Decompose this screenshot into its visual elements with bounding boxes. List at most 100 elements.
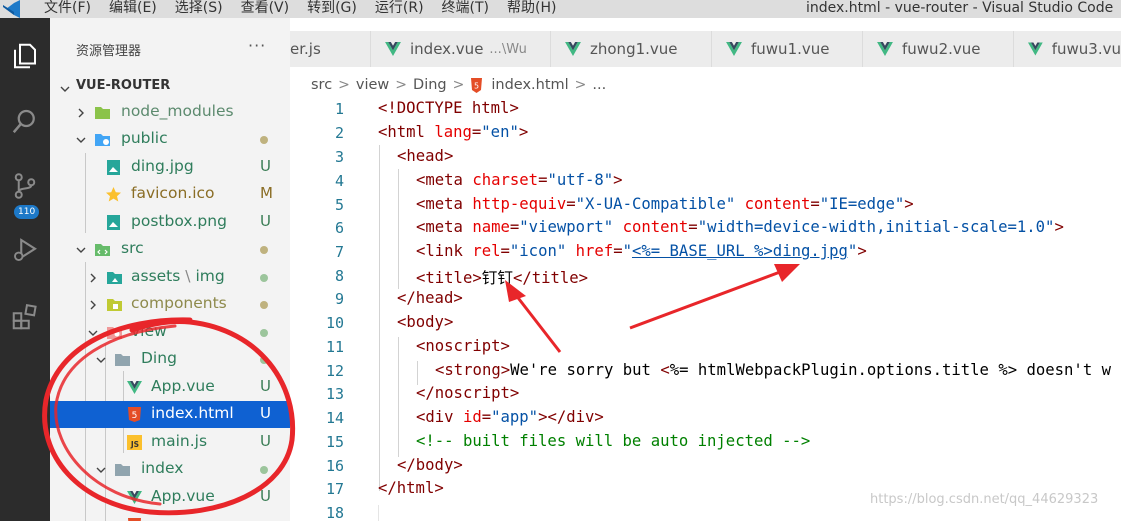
git-status-untracked: U [260, 404, 271, 422]
tab-fuwu2-vue[interactable]: fuwu2.vue [863, 31, 1014, 67]
vue-file-icon [1028, 42, 1043, 56]
line-number: 17 [325, 480, 344, 498]
code-line: <meta charset="utf-8"> [416, 171, 623, 189]
chevron-right-icon: > [574, 77, 587, 93]
source-control-icon[interactable] [0, 162, 50, 210]
sidebar-title: 资源管理器 [76, 44, 142, 59]
git-status-untracked: U [260, 432, 271, 450]
search-icon[interactable] [0, 97, 50, 145]
breadcrumb-item[interactable]: src [311, 77, 332, 93]
line-number: 9 [334, 290, 344, 308]
images-folder-icon [107, 272, 122, 284]
code-line: </head> [397, 289, 463, 307]
code-line: <div id="app"></div> [416, 408, 604, 426]
tab-fuwu3-vue[interactable]: fuwu3.vu [1014, 31, 1121, 67]
tree-item-src[interactable]: src [50, 236, 290, 263]
tree-item-view[interactable]: view [50, 319, 290, 346]
breadcrumb-item[interactable]: ... [592, 77, 606, 93]
line-number: 8 [334, 267, 344, 285]
git-status-modified: M [260, 184, 273, 202]
chevron-right-icon: > [395, 77, 408, 93]
tree-item-label: components [131, 294, 227, 312]
editor-tabs: er.js index.vue ...\Wu zhong1.vue fuwu1.… [290, 31, 1121, 67]
tree-item-components[interactable]: components [50, 291, 290, 318]
tree-item-postbox-png[interactable]: postbox.png U [50, 209, 290, 236]
code-editor[interactable]: 1 2 3 4 5 6 7 8 9 10 11 12 13 14 15 16 1… [290, 97, 1121, 522]
title-bar: 文件(F) 编辑(E) 选择(S) 查看(V) 转到(G) 运行(R) 终端(T… [0, 0, 1121, 18]
tree-item-partial[interactable] [50, 512, 290, 521]
menu-view[interactable]: 查看(V) [241, 0, 290, 17]
menu-file[interactable]: 文件(F) [44, 0, 91, 17]
tree-item-label: public [121, 129, 168, 147]
tree-item-label: postbox.png [131, 212, 227, 230]
status-dot [260, 274, 268, 282]
breadcrumb-item[interactable]: view [356, 77, 389, 93]
tree-item-public[interactable]: public [50, 126, 290, 153]
tree-item-label: favicon.ico [131, 184, 215, 202]
views-folder-icon [107, 327, 122, 339]
chevron-right-icon [78, 108, 84, 118]
html-file-icon: 5 [128, 407, 141, 422]
tree-item-node-modules[interactable]: node_modules [50, 99, 290, 126]
code-line: <title>钉钉</title> [416, 269, 589, 287]
explorer-icon[interactable] [0, 32, 50, 80]
workspace-root[interactable]: VUE-ROUTER [50, 76, 290, 100]
line-number: 18 [325, 504, 344, 522]
tree-item-label: view [131, 322, 167, 340]
tree-item-favicon[interactable]: favicon.ico M [50, 181, 290, 208]
tree-item-assets-img[interactable]: assets \ img [50, 264, 290, 291]
svg-text:5: 5 [474, 81, 479, 90]
extensions-icon[interactable] [0, 293, 50, 341]
chevron-down-icon [76, 137, 86, 143]
code-line: <noscript> [416, 337, 510, 355]
status-dot [260, 466, 268, 474]
folder-open-icon [115, 354, 130, 366]
tree-item-index-html-selected[interactable]: 5 index.html U [50, 401, 290, 428]
tab-zhong1-vue[interactable]: zhong1.vue [551, 31, 712, 67]
chevron-down-icon [96, 357, 106, 363]
line-number: 12 [325, 362, 344, 380]
svg-text:5: 5 [132, 411, 138, 421]
git-status-untracked: U [260, 487, 271, 505]
code-line: <meta name="viewport" content="width=dev… [416, 218, 1064, 236]
workspace-root-label: VUE-ROUTER [76, 78, 171, 93]
vscode-logo-icon [3, 0, 20, 18]
line-number: 1 [334, 100, 344, 118]
breadcrumb-item[interactable]: Ding [413, 77, 447, 93]
tab-index-vue[interactable]: index.vue ...\Wu [371, 31, 551, 67]
run-debug-icon[interactable] [0, 226, 50, 274]
tree-item-main-js[interactable]: JS main.js U [50, 429, 290, 456]
code-line: <!DOCTYPE html> [378, 99, 519, 117]
tree-item-app-vue[interactable]: App.vue U [50, 374, 290, 401]
menu-edit[interactable]: 编辑(E) [109, 0, 157, 17]
status-dot [260, 329, 268, 337]
vue-file-icon [565, 42, 581, 56]
code-line: </html> [378, 479, 444, 497]
tree-item-ding-folder[interactable]: Ding [50, 346, 290, 373]
more-actions-icon[interactable]: ··· [248, 36, 266, 55]
menu-selection[interactable]: 选择(S) [175, 0, 223, 17]
tree-item-index-folder[interactable]: index [50, 456, 290, 483]
tree-item-app-vue[interactable]: App.vue U [50, 484, 290, 511]
vue-file-icon [877, 42, 893, 56]
indent-guide [379, 145, 380, 491]
chevron-right-icon: > [452, 77, 465, 93]
tree-item-label: index.html [151, 404, 234, 422]
indent-guide [417, 361, 418, 385]
menu-bar: 文件(F) 编辑(E) 选择(S) 查看(V) 转到(G) 运行(R) 终端(T… [44, 0, 574, 17]
tab-router-js[interactable]: er.js [290, 31, 371, 67]
line-number: 14 [325, 409, 344, 427]
breadcrumb-item[interactable]: index.html [491, 77, 568, 93]
tree-item-ding-jpg[interactable]: ding.jpg U [50, 154, 290, 181]
code-line: <link rel="icon" href="<%= BASE_URL %>di… [416, 242, 867, 260]
chevron-right-icon: > [338, 77, 350, 93]
tab-fuwu1-vue[interactable]: fuwu1.vue [712, 31, 863, 67]
menu-help[interactable]: 帮助(H) [507, 0, 556, 17]
menu-go[interactable]: 转到(G) [307, 0, 357, 17]
line-number: 13 [325, 385, 344, 403]
line-number: 6 [334, 219, 344, 237]
menu-run[interactable]: 运行(R) [375, 0, 424, 17]
base-url-link[interactable]: <%= BASE_URL %>ding.jpg [632, 242, 848, 260]
status-dot [260, 136, 268, 144]
menu-terminal[interactable]: 终端(T) [442, 0, 489, 17]
